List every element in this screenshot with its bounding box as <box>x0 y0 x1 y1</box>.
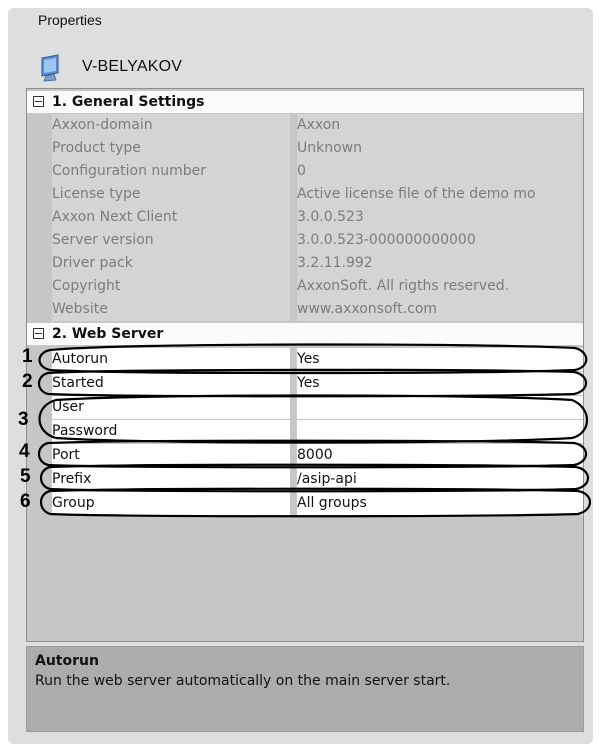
property-row-port[interactable]: Port 8000 <box>27 444 583 467</box>
property-value: Axxon <box>296 114 583 138</box>
property-value-started[interactable]: Yes <box>296 372 583 395</box>
property-name: Port <box>52 444 290 467</box>
callout-number-2: 2 <box>22 371 33 392</box>
property-row-prefix[interactable]: Prefix /asip-api <box>27 468 583 491</box>
property-value-prefix[interactable]: /asip-api <box>296 468 583 491</box>
property-name: Started <box>52 372 290 395</box>
property-name: Password <box>52 420 290 443</box>
callout-number-1: 1 <box>22 346 33 367</box>
property-value-autorun[interactable]: Yes <box>296 348 583 371</box>
callout-number-5: 5 <box>20 466 31 487</box>
description-pane: Autorun Run the web server automatically… <box>26 646 584 732</box>
property-name: Server version <box>52 229 290 253</box>
property-row-product-type[interactable]: Product type Unknown <box>27 137 583 161</box>
property-value: AxxonSoft. All rigths reserved. <box>296 275 583 299</box>
property-name: User <box>52 396 290 419</box>
property-value-group[interactable]: All groups <box>296 492 583 515</box>
property-row-driver-pack[interactable]: Driver pack 3.2.11.992 <box>27 252 583 276</box>
property-row-user[interactable]: User <box>27 396 583 419</box>
description-title: Autorun <box>35 653 99 669</box>
property-value: 3.0.0.523-000000000000 <box>296 229 583 253</box>
property-row-license-type[interactable]: License type Active license file of the … <box>27 183 583 207</box>
property-name: Prefix <box>52 468 290 491</box>
property-name: Group <box>52 492 290 515</box>
property-name: Website <box>52 298 290 322</box>
property-name: Axxon-domain <box>52 114 290 138</box>
description-text: Run the web server automatically on the … <box>35 673 451 689</box>
callout-number-4: 4 <box>19 441 30 462</box>
property-row-group[interactable]: Group All groups <box>27 492 583 515</box>
callout-number-3: 3 <box>18 409 29 430</box>
property-value: 0 <box>296 160 583 184</box>
property-value-password[interactable] <box>296 420 583 443</box>
property-row-axxon-domain[interactable]: Axxon-domain Axxon <box>27 114 583 138</box>
property-name: Copyright <box>52 275 290 299</box>
property-row-website[interactable]: Website www.axxonsoft.com <box>27 298 583 322</box>
property-name: License type <box>52 183 290 207</box>
property-name: Driver pack <box>52 252 290 276</box>
property-row-autorun[interactable]: Autorun Yes <box>27 348 583 371</box>
property-name: Product type <box>52 137 290 161</box>
property-row-copyright[interactable]: Copyright AxxonSoft. All rigths reserved… <box>27 275 583 299</box>
category-label: 2. Web Server <box>52 326 164 342</box>
property-name: Autorun <box>52 348 290 371</box>
property-value: 3.2.11.992 <box>296 252 583 276</box>
monitor-icon <box>38 54 62 82</box>
callout-number-6: 6 <box>20 491 31 512</box>
property-row-server-version[interactable]: Server version 3.0.0.523-000000000000 <box>27 229 583 253</box>
property-value: www.axxonsoft.com <box>296 298 583 322</box>
property-value: 3.0.0.523 <box>296 206 583 230</box>
property-name: Configuration number <box>52 160 290 184</box>
property-row-axxon-next-client[interactable]: Axxon Next Client 3.0.0.523 <box>27 206 583 230</box>
property-value-port[interactable]: 8000 <box>296 444 583 467</box>
property-value: Active license file of the demo mo <box>296 183 583 207</box>
collapse-toggle-icon[interactable] <box>33 96 44 107</box>
collapse-toggle-icon[interactable] <box>33 328 44 339</box>
category-general-settings[interactable]: 1. General Settings <box>27 91 583 113</box>
property-row-password[interactable]: Password <box>27 420 583 443</box>
property-value: Unknown <box>296 137 583 161</box>
server-name: V-BELYAKOV <box>82 58 183 75</box>
panel-title: Properties <box>32 12 108 28</box>
category-label: 1. General Settings <box>52 94 205 110</box>
property-row-configuration-number[interactable]: Configuration number 0 <box>27 160 583 184</box>
property-row-started[interactable]: Started Yes <box>27 372 583 395</box>
property-name: Axxon Next Client <box>52 206 290 230</box>
property-value-user[interactable] <box>296 396 583 419</box>
category-web-server[interactable]: 2. Web Server <box>27 323 583 345</box>
property-grid: 1. General Settings Axxon-domain Axxon P… <box>26 88 584 642</box>
